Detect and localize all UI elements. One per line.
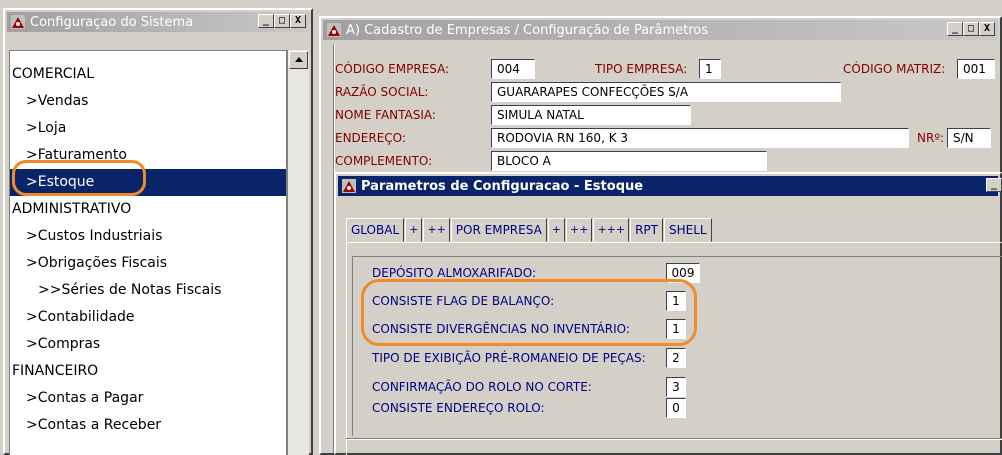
scroll-up-arrow-icon[interactable] <box>289 51 308 69</box>
complemento-field[interactable]: BLOCO A <box>491 151 767 171</box>
deposito-almoxarifado-label: DEPÓSITO ALMOXARIFADO: <box>372 266 537 280</box>
menu-tree: COMERCIAL >Vendas >Loja >Faturamento >Es… <box>9 50 287 455</box>
consiste-divergencias-field[interactable]: 1 <box>666 319 686 339</box>
complemento-label: COMPLEMENTO: <box>335 154 433 168</box>
tree-item-contas-receber[interactable]: >Contas a Receber <box>10 412 286 439</box>
codigo-empresa-field[interactable]: 004 <box>491 59 535 79</box>
tree-scrollbar[interactable] <box>287 50 309 455</box>
tipo-exibicao-field[interactable]: 2 <box>666 348 686 368</box>
consiste-endereco-rolo-label: CONSISTE ENDEREÇO ROLO: <box>372 401 545 415</box>
tree-item-vendas[interactable]: >Vendas <box>10 88 286 115</box>
consiste-flag-balanco-label: CONSISTE FLAG DE BALANÇO: <box>372 294 555 308</box>
consiste-flag-balanco-field[interactable]: 1 <box>666 291 686 311</box>
app-icon <box>341 178 357 194</box>
codigo-empresa-label: CÓDIGO EMPRESA: <box>335 62 450 76</box>
tree-item-loja[interactable]: >Loja <box>10 115 286 142</box>
nome-fantasia-label: NOME FANTASIA: <box>335 108 436 122</box>
app-icon <box>10 14 26 30</box>
nome-fantasia-field[interactable]: SIMULA NATAL <box>491 105 691 125</box>
close-icon[interactable]: X <box>979 22 995 36</box>
app-icon <box>326 22 342 38</box>
config-sistema-titlebar[interactable]: Configuraçao do Sistema _ □ X <box>7 12 309 32</box>
tab-global[interactable]: GLOBAL <box>346 218 405 242</box>
codigo-matriz-field[interactable]: 001 <box>957 59 995 79</box>
tab-plusplus-2[interactable]: ++ <box>566 218 593 242</box>
tree-item-compras[interactable]: >Compras <box>10 331 286 358</box>
tree-item-financeiro[interactable]: FINANCEIRO <box>10 358 286 385</box>
minimize-icon[interactable]: _ <box>986 178 1002 192</box>
tab-rpt[interactable]: RPT <box>630 218 663 242</box>
numero-field[interactable]: S/N <box>947 128 991 148</box>
tab-plus-1[interactable]: + <box>405 218 423 242</box>
consiste-divergencias-label: CONSISTE DIVERGÊNCIAS NO INVENTÁRIO: <box>372 322 630 336</box>
tree-item-administrativo[interactable]: ADMINISTRATIVO <box>10 196 286 223</box>
confirmacao-rolo-label: CONFIRMAÇÃO DO ROLO NO CORTE: <box>372 380 592 394</box>
tab-por-empresa[interactable]: POR EMPRESA <box>450 218 547 242</box>
razao-social-field[interactable]: GUARARAPES CONFECÇÕES S/A <box>491 82 841 102</box>
cadastro-empresas-titlebar[interactable]: A) Cadastro de Empresas / Configuração d… <box>323 20 998 40</box>
tree-item-estoque[interactable]: >Estoque <box>10 169 286 196</box>
tipo-exibicao-label: TIPO DE EXIBIÇÃO PRÉ-ROMANEIO DE PEÇAS: <box>372 351 646 365</box>
codigo-matriz-label: CÓDIGO MATRIZ: <box>843 62 946 76</box>
minimize-icon[interactable]: _ <box>258 14 274 28</box>
tab-plusplusplus[interactable]: +++ <box>593 218 630 242</box>
window-title: Configuraçao do Sistema <box>30 14 194 30</box>
deposito-almoxarifado-field[interactable]: 009 <box>666 263 700 283</box>
tree-item-comercial[interactable]: COMERCIAL <box>10 61 286 88</box>
bottom-divider <box>346 438 1002 440</box>
tipo-empresa-label: TIPO EMPRESA: <box>595 62 688 76</box>
config-sistema-window: Configuraçao do Sistema _ □ X COMERCIAL … <box>3 8 313 455</box>
razao-social-label: RAZÃO SOCIAL: <box>335 85 429 99</box>
endereco-field[interactable]: RODOVIA RN 160, K 3 <box>491 128 909 148</box>
tab-plusplus-1[interactable]: ++ <box>423 218 450 242</box>
tree-item-obrigacoes-fiscais[interactable]: >Obrigações Fiscais <box>10 250 286 277</box>
window-title: A) Cadastro de Empresas / Configuração d… <box>346 22 709 38</box>
tipo-empresa-field[interactable]: 1 <box>699 59 721 79</box>
numero-label: NRº: <box>917 131 945 145</box>
tree-item-series-notas-fiscais[interactable]: >>Séries de Notas Fiscais <box>10 277 286 304</box>
tree-item-custos-industriais[interactable]: >Custos Industriais <box>10 223 286 250</box>
consiste-endereco-rolo-field[interactable]: 0 <box>666 398 686 418</box>
parametros-estoque-titlebar[interactable]: Parametros de Configuracao - Estoque _ <box>338 176 1002 196</box>
minimize-icon[interactable]: _ <box>947 22 963 36</box>
tree-item-faturamento[interactable]: >Faturamento <box>10 142 286 169</box>
parametros-estoque-dialog: Parametros de Configuracao - Estoque _ G… <box>334 172 1002 455</box>
tree-item-contabilidade[interactable]: >Contabilidade <box>10 304 286 331</box>
close-icon[interactable]: X <box>290 14 306 28</box>
param-tabs: GLOBAL + ++ POR EMPRESA + ++ +++ RPT SHE… <box>346 218 713 242</box>
restore-icon[interactable]: □ <box>274 14 290 28</box>
dialog-title: Parametros de Configuracao - Estoque <box>361 178 644 194</box>
restore-icon[interactable]: □ <box>963 22 979 36</box>
tab-shell[interactable]: SHELL <box>664 218 712 242</box>
confirmacao-rolo-field[interactable]: 3 <box>666 377 686 397</box>
tab-plus-2[interactable]: + <box>547 218 565 242</box>
endereco-label: ENDEREÇO: <box>335 131 406 145</box>
tree-item-contas-pagar[interactable]: >Contas a Pagar <box>10 385 286 412</box>
